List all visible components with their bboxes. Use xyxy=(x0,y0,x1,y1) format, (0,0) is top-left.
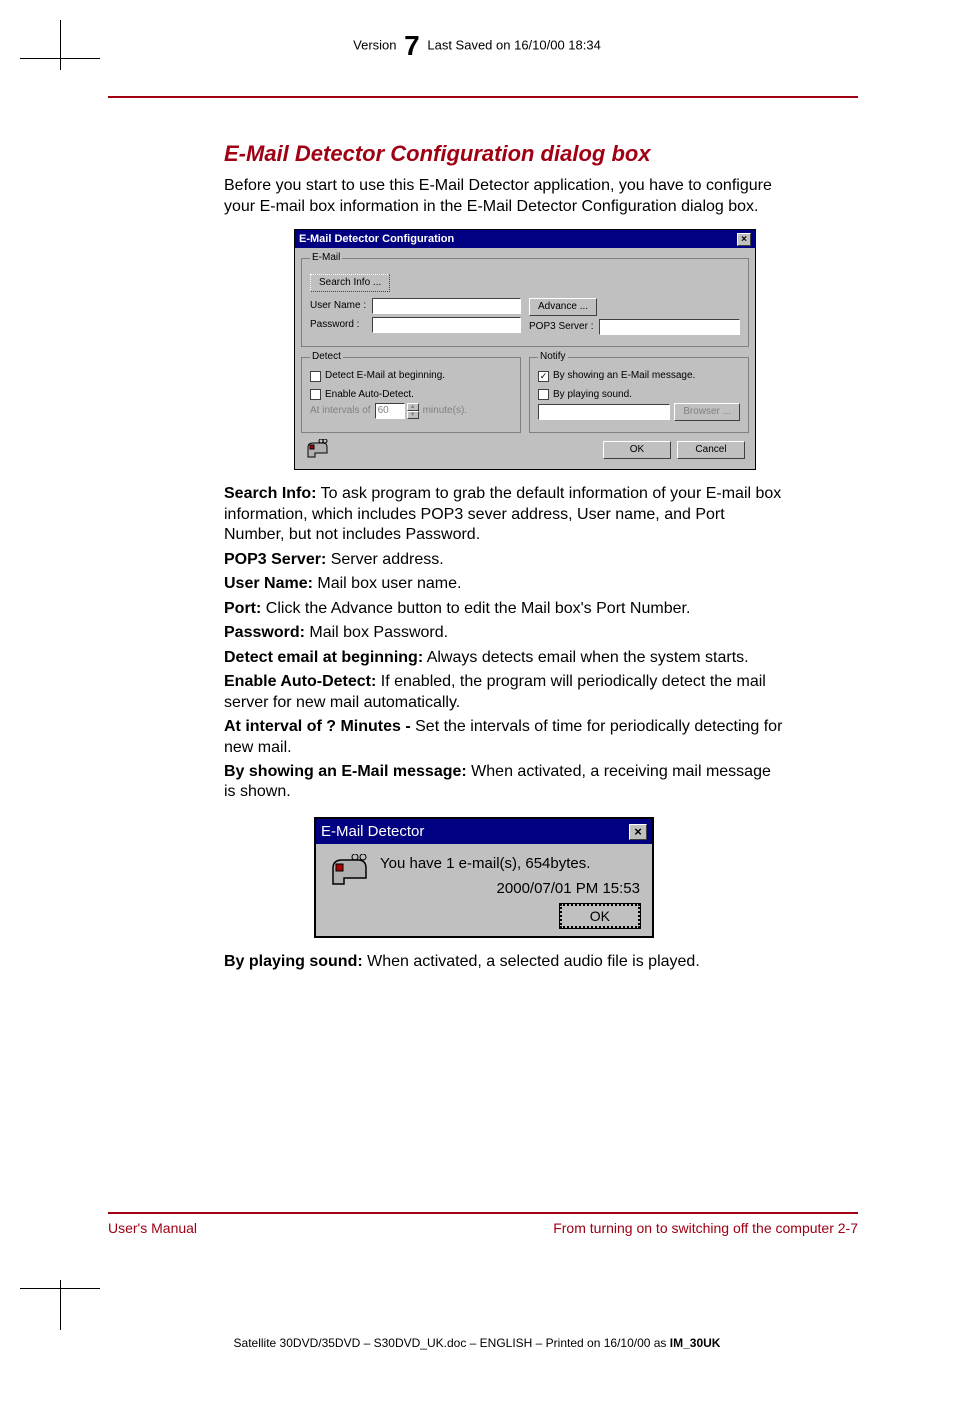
def-user-b: User Name: xyxy=(224,575,313,592)
def-port-b: Port: xyxy=(224,600,261,617)
def-pop3-b: POP3 Server: xyxy=(224,551,326,568)
notify-dialog: E-Mail Detector × You have 1 e-mail(s), … xyxy=(314,817,654,939)
footer-rule xyxy=(108,1212,858,1214)
def-snd-t: When activated, a selected audio file is… xyxy=(363,953,700,970)
print-note-text: Satellite 30DVD/35DVD – S30DVD_UK.doc – … xyxy=(234,1336,670,1350)
pop3-field[interactable] xyxy=(599,319,740,335)
notify-timestamp: 2000/07/01 PM 15:53 xyxy=(380,879,640,898)
notify-show-checkbox[interactable]: ✓By showing an E-Mail message. xyxy=(538,370,740,383)
notify-titlebar: E-Mail Detector × xyxy=(316,819,652,844)
notify-title: E-Mail Detector xyxy=(321,822,424,841)
search-info-button[interactable]: Search Info ... xyxy=(310,274,390,292)
detect-group: Detect Detect E-Mail at beginning. Enabl… xyxy=(301,351,521,433)
def-detb-t: Always detects email when the system sta… xyxy=(423,649,748,666)
detect-beginning-label: Detect E-Mail at beginning. xyxy=(325,370,445,383)
ok-button[interactable]: OK xyxy=(603,441,671,459)
detect-beginning-checkbox[interactable]: Detect E-Mail at beginning. xyxy=(310,370,512,383)
def-show-b: By showing an E-Mail message: xyxy=(224,763,467,780)
sound-path-field[interactable] xyxy=(538,404,670,420)
interval-suffix: minute(s). xyxy=(423,405,467,418)
notify-show-label: By showing an E-Mail message. xyxy=(553,370,695,383)
crop-mark xyxy=(60,1280,61,1330)
config-dialog: E-Mail Detector Configuration × E-Mail S… xyxy=(294,229,756,470)
interval-row: At intervals of 60 ▲▼ minute(s). xyxy=(310,403,512,419)
def-detb-b: Detect email at beginning: xyxy=(224,649,423,666)
interval-field[interactable]: 60 xyxy=(375,403,405,419)
def-user-t: Mail box user name. xyxy=(313,575,462,592)
header-rule xyxy=(108,96,858,98)
mailbox-icon xyxy=(305,439,329,461)
def-pass-t: Mail box Password. xyxy=(305,624,448,641)
close-icon[interactable]: × xyxy=(737,233,751,246)
email-legend: E-Mail xyxy=(310,252,342,265)
notify-ok-button[interactable]: OK xyxy=(560,904,640,928)
def-port-t: Click the Advance button to edit the Mai… xyxy=(261,600,690,617)
username-label: User Name : xyxy=(310,300,368,313)
print-note-bold: IM_30UK xyxy=(670,1336,721,1350)
pop3-label: POP3 Server : xyxy=(529,321,595,334)
def-search-b: Search Info: xyxy=(224,485,316,502)
footer-right: From turning on to switching off the com… xyxy=(553,1220,858,1236)
def-int-b: At interval of ? Minutes - xyxy=(224,718,411,735)
close-icon[interactable]: × xyxy=(629,824,647,840)
page-header: Version 7 Last Saved on 16/10/00 18:34 xyxy=(0,30,954,62)
notify-legend: Notify xyxy=(538,351,568,364)
dialog-titlebar: E-Mail Detector Configuration × xyxy=(295,230,755,248)
page-footer: User's Manual From turning on to switchi… xyxy=(108,1220,858,1236)
password-field[interactable] xyxy=(372,317,521,333)
enable-auto-checkbox[interactable]: Enable Auto-Detect. xyxy=(310,389,512,402)
cancel-button[interactable]: Cancel xyxy=(677,441,745,459)
email-group: E-Mail Search Info ... User Name : Passw… xyxy=(301,252,749,347)
notify-message: You have 1 e-mail(s), 654bytes. xyxy=(380,854,640,873)
password-label: Password : xyxy=(310,319,368,332)
notify-sound-checkbox[interactable]: By playing sound. xyxy=(538,389,740,402)
interval-spinner[interactable]: ▲▼ xyxy=(407,403,419,419)
interval-prefix: At intervals of xyxy=(310,405,371,418)
print-note: Satellite 30DVD/35DVD – S30DVD_UK.doc – … xyxy=(0,1336,954,1350)
notify-group: Notify ✓By showing an E-Mail message. By… xyxy=(529,351,749,433)
def-pass-b: Password: xyxy=(224,624,305,641)
notify-sound-label: By playing sound. xyxy=(553,389,632,402)
version-label: Version xyxy=(353,37,396,52)
intro-paragraph: Before you start to use this E-Mail Dete… xyxy=(224,176,784,217)
def-auto-b: Enable Auto-Detect: xyxy=(224,673,376,690)
username-field[interactable] xyxy=(372,298,521,314)
section-title: E-Mail Detector Configuration dialog box xyxy=(224,140,784,168)
version-number: 7 xyxy=(400,30,424,61)
footer-left: User's Manual xyxy=(108,1220,197,1236)
advance-button[interactable]: Advance ... xyxy=(529,298,597,316)
browser-button[interactable]: Browser ... xyxy=(674,403,740,421)
def-snd-b: By playing sound: xyxy=(224,953,363,970)
mailbox-icon xyxy=(328,854,368,890)
enable-auto-label: Enable Auto-Detect. xyxy=(325,389,414,402)
dialog-title: E-Mail Detector Configuration xyxy=(299,232,454,246)
saved-label: Last Saved on 16/10/00 18:34 xyxy=(427,37,600,52)
content-column: E-Mail Detector Configuration dialog box… xyxy=(224,140,784,977)
detect-legend: Detect xyxy=(310,351,343,364)
def-pop3-t: Server address. xyxy=(326,551,443,568)
